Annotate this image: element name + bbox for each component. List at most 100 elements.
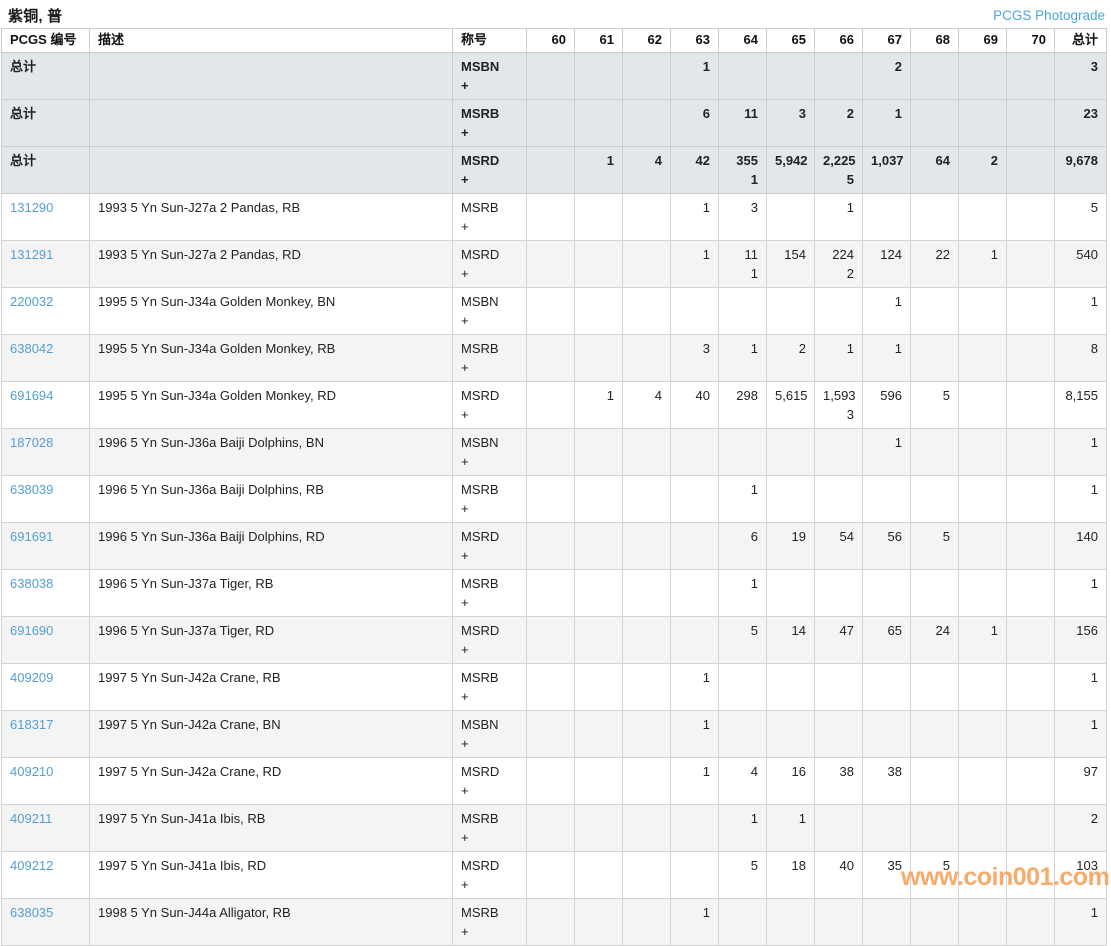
cell-line: 64 xyxy=(919,151,950,170)
grade-61-cell xyxy=(575,852,623,899)
pcgs-number-link[interactable]: 131290 xyxy=(10,200,53,215)
pcgs-number-link[interactable]: 220032 xyxy=(10,294,53,309)
col-header-grade-62: 62 xyxy=(623,29,671,53)
grade-69-cell xyxy=(959,758,1007,805)
grade-61-cell xyxy=(575,899,623,946)
grade-63-cell xyxy=(671,523,719,570)
total-cell: 1 xyxy=(1055,664,1107,711)
pcgs-number-link[interactable]: 131291 xyxy=(10,247,53,262)
pcgs-number-link[interactable]: 409212 xyxy=(10,858,53,873)
grade-62-cell xyxy=(623,711,671,758)
pcgs-number-link[interactable]: 638035 xyxy=(10,905,53,920)
pcgs-number-link[interactable]: 618317 xyxy=(10,717,53,732)
grade-64-cell: 3 xyxy=(719,194,767,241)
grade-60-cell xyxy=(527,53,575,100)
pcgs-number-link[interactable]: 638038 xyxy=(10,576,53,591)
pcgs-number-link[interactable]: 691690 xyxy=(10,623,53,638)
pcgs-number-link[interactable]: 691694 xyxy=(10,388,53,403)
pcgs-number-link[interactable]: 409211 xyxy=(10,811,52,826)
cell-line: MSBN xyxy=(461,715,518,734)
grade-60-cell xyxy=(527,429,575,476)
grade-68-cell: 24 xyxy=(911,617,959,664)
cell-line: 3 xyxy=(679,339,710,358)
grade-66-cell xyxy=(815,805,863,852)
cell-line: 1 xyxy=(823,339,854,358)
grade-62-cell xyxy=(623,288,671,335)
grade-70-cell xyxy=(1007,899,1055,946)
grade-70-cell xyxy=(1007,664,1055,711)
grade-64-cell: 6 xyxy=(719,523,767,570)
col-header-grade-60: 60 xyxy=(527,29,575,53)
pcgs-number-cell: 409210 xyxy=(2,758,90,805)
grade-63-cell xyxy=(671,617,719,664)
table-row: 1870281996 5 Yn Sun-J36a Baiji Dolphins,… xyxy=(2,429,1107,476)
col-header-total: 总计 xyxy=(1055,29,1107,53)
pcgs-number-cell: 638039 xyxy=(2,476,90,523)
cell-line: MSRD xyxy=(461,762,518,781)
cell-line: MSRD xyxy=(461,245,518,264)
pcgs-number-link[interactable]: 638039 xyxy=(10,482,53,497)
description-cell: 1996 5 Yn Sun-J36a Baiji Dolphins, RB xyxy=(90,476,453,523)
col-header-grade-65: 65 xyxy=(767,29,815,53)
designation-cell: MSRD+ xyxy=(453,382,527,429)
grade-69-cell xyxy=(959,476,1007,523)
grade-67-cell: 1 xyxy=(863,288,911,335)
topbar: 紫铜, 普 PCGS Photograde xyxy=(0,0,1111,28)
grade-67-cell: 56 xyxy=(863,523,911,570)
total-cell: 1 xyxy=(1055,429,1107,476)
summary-row: 总计MSRD+144235515,9422,22551,0376429,678 xyxy=(2,147,1107,194)
cell-line: + xyxy=(461,499,518,518)
pcgs-photograde-link[interactable]: PCGS Photograde xyxy=(993,8,1105,23)
grade-61-cell xyxy=(575,429,623,476)
cell-line: 2 xyxy=(823,264,854,283)
grade-67-cell: 596 xyxy=(863,382,911,429)
grade-60-cell xyxy=(527,100,575,147)
grade-61-cell xyxy=(575,53,623,100)
pcgs-number-link[interactable]: 409209 xyxy=(10,670,53,685)
pcgs-number-link[interactable]: 187028 xyxy=(10,435,53,450)
grade-60-cell xyxy=(527,805,575,852)
grade-66-cell: 2 xyxy=(815,100,863,147)
grade-69-cell: 1 xyxy=(959,617,1007,664)
grade-66-cell: 40 xyxy=(815,852,863,899)
cell-line: 3 xyxy=(823,405,854,424)
grade-60-cell xyxy=(527,382,575,429)
table-row: 6916911996 5 Yn Sun-J36a Baiji Dolphins,… xyxy=(2,523,1107,570)
table-row: 6916941995 5 Yn Sun-J34a Golden Monkey, … xyxy=(2,382,1107,429)
grade-64-cell: 1 xyxy=(719,335,767,382)
cell-line: 24 xyxy=(919,621,950,640)
grade-60-cell xyxy=(527,664,575,711)
grade-64-cell: 1 xyxy=(719,570,767,617)
total-cell: 1 xyxy=(1055,899,1107,946)
grade-64-cell: 3551 xyxy=(719,147,767,194)
cell-line: + xyxy=(461,76,518,95)
grade-60-cell xyxy=(527,617,575,664)
grade-64-cell: 5 xyxy=(719,852,767,899)
cell-line: 16 xyxy=(775,762,806,781)
grade-62-cell xyxy=(623,429,671,476)
pcgs-number-link[interactable]: 638042 xyxy=(10,341,53,356)
grade-60-cell xyxy=(527,476,575,523)
grade-63-cell: 40 xyxy=(671,382,719,429)
col-header-grade-67: 67 xyxy=(863,29,911,53)
grade-63-cell xyxy=(671,805,719,852)
pcgs-number-link[interactable]: 409210 xyxy=(10,764,53,779)
description-cell: 1997 5 Yn Sun-J42a Crane, BN xyxy=(90,711,453,758)
grade-64-cell: 4 xyxy=(719,758,767,805)
pcgs-number-link[interactable]: 691691 xyxy=(10,529,53,544)
pcgs-number-cell: 409209 xyxy=(2,664,90,711)
grade-67-cell: 2 xyxy=(863,53,911,100)
cell-line: 56 xyxy=(871,527,902,546)
cell-line: 1 xyxy=(775,809,806,828)
cell-line: 1 xyxy=(679,245,710,264)
cell-line: 1,037 xyxy=(871,151,902,170)
cell-line: 5 xyxy=(919,386,950,405)
cell-line: 11 xyxy=(727,245,758,264)
grade-60-cell xyxy=(527,147,575,194)
page-title: 紫铜, 普 xyxy=(8,5,62,26)
pcgs-number-cell: 691690 xyxy=(2,617,90,664)
cell-line: 1 xyxy=(871,433,902,452)
col-header-grade-66: 66 xyxy=(815,29,863,53)
total-cell: 1 xyxy=(1055,570,1107,617)
cell-line: + xyxy=(461,640,518,659)
